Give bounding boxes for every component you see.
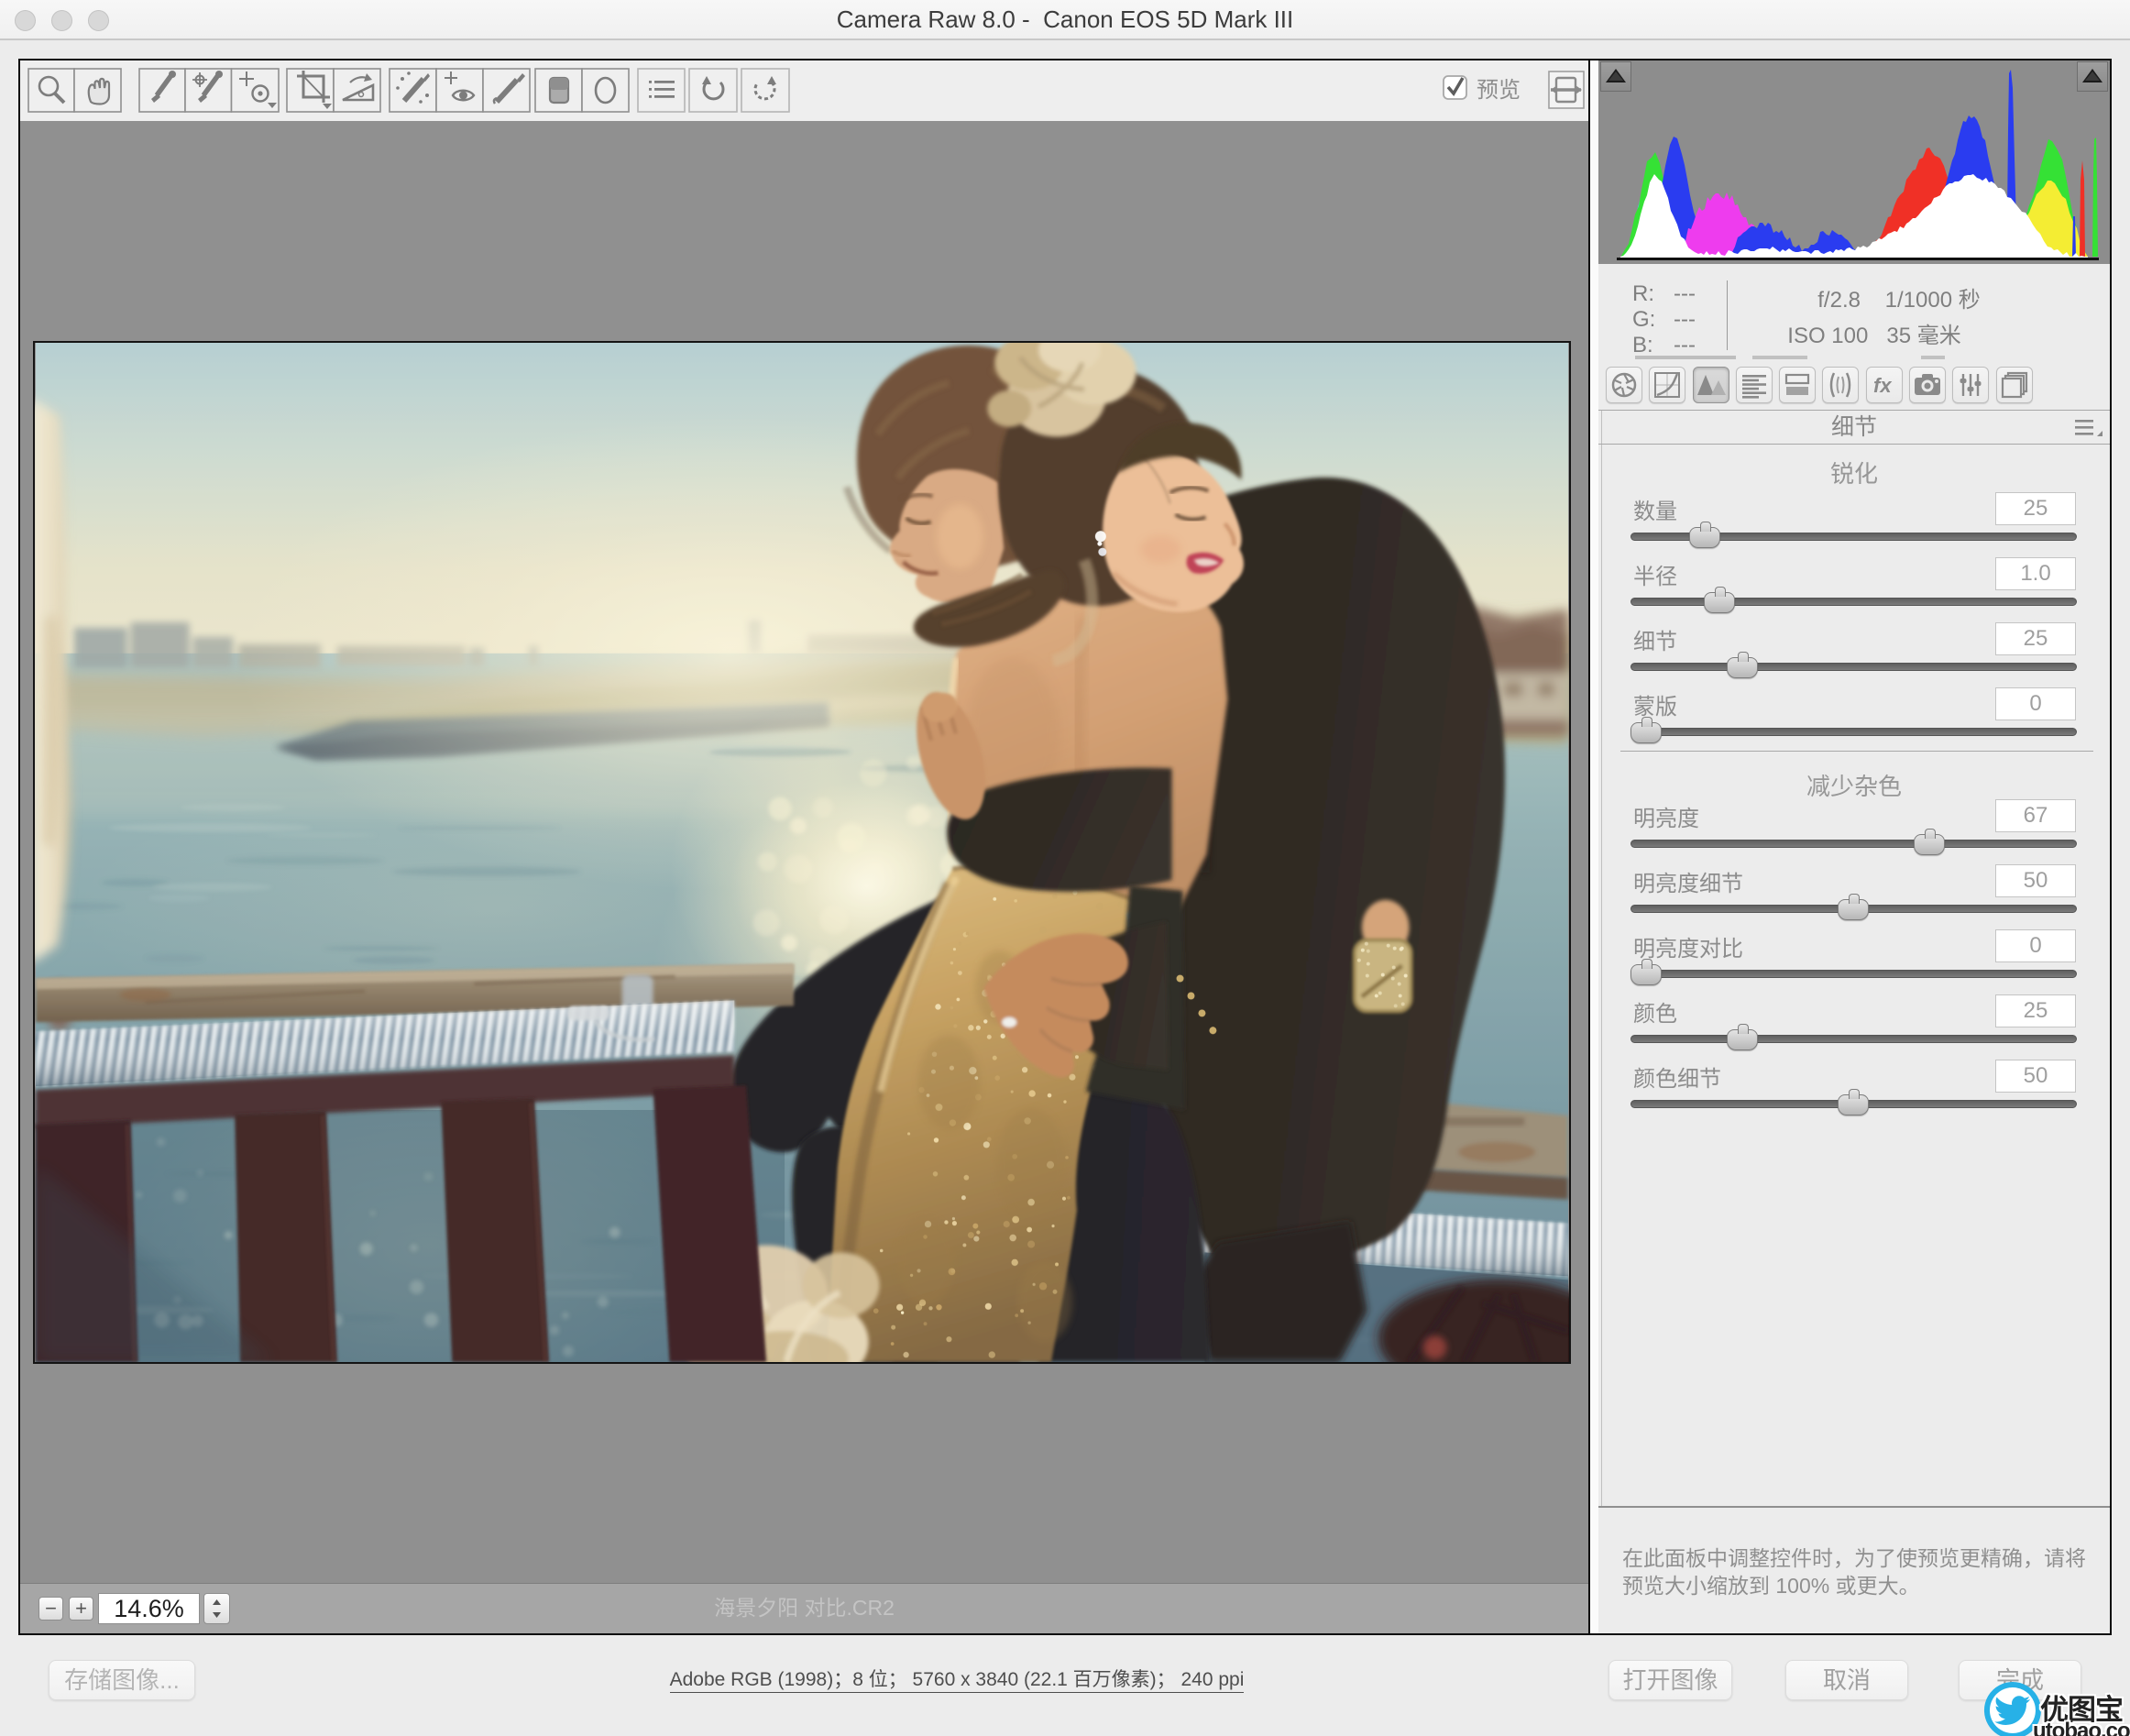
svg-text:fx: fx — [1873, 374, 1892, 397]
